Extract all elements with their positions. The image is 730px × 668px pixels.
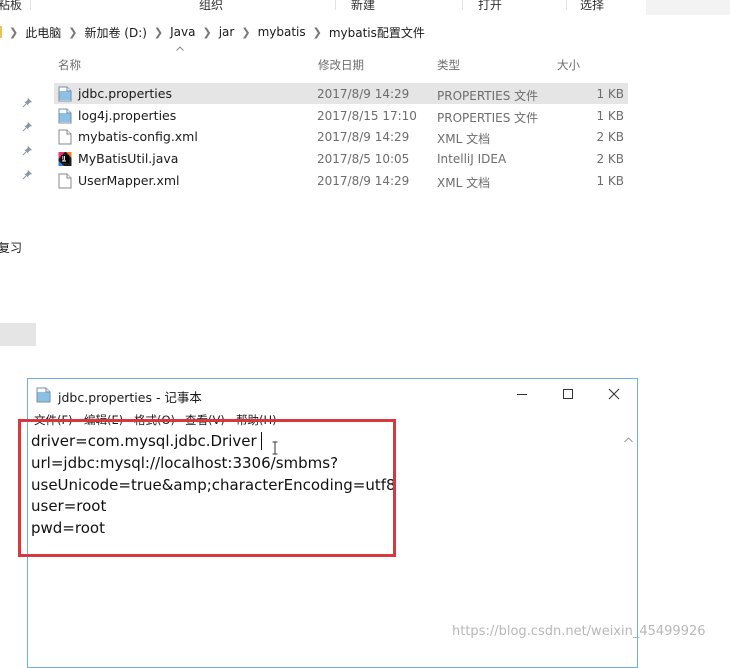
file-date: 2017/8/5 10:05 [317, 152, 410, 166]
breadcrumb-mybatis-config-folder[interactable]: mybatis配置文件 [329, 24, 425, 41]
pin-icon[interactable] [22, 169, 33, 180]
properties-file-icon [58, 108, 72, 124]
file-date: 2017/8/9 14:29 [317, 174, 410, 188]
file-row-usermapper-xml[interactable]: UserMapper.xml 2017/8/9 14:29 XML 文档 1 K… [54, 170, 628, 191]
column-header-date[interactable]: 修改日期 [318, 57, 364, 73]
chevron-right-icon: ❯ [9, 25, 19, 39]
scroll-up-icon[interactable] [624, 437, 633, 443]
column-header-type[interactable]: 类型 [437, 57, 460, 73]
xml-file-icon [58, 129, 72, 145]
ribbon-label-open[interactable]: 打开 [478, 0, 502, 13]
breadcrumb[interactable]: ❯ 此电脑 ❯ 新加卷 (D:) ❯ Java ❯ jar ❯ mybatis … [0, 24, 425, 40]
notepad-title: jdbc.properties - 记事本 [58, 390, 202, 405]
xml-file-icon [58, 173, 72, 189]
ribbon-search-area[interactable] [646, 0, 730, 15]
file-name: MyBatisUtil.java [78, 151, 179, 166]
chevron-right-icon: ❯ [68, 25, 78, 39]
notepad-icon [36, 387, 51, 403]
file-size: 1 KB [596, 174, 624, 188]
chevron-right-icon: ❯ [202, 25, 212, 39]
file-name: UserMapper.xml [78, 173, 180, 188]
column-header-size[interactable]: 大小 [557, 57, 580, 73]
ribbon-separator [30, 0, 31, 10]
file-type: IntelliJ IDEA [437, 152, 507, 166]
file-size: 2 KB [596, 152, 624, 166]
minimize-icon [517, 394, 527, 395]
ribbon-label-clipboard: 粘板 [0, 0, 23, 12]
breadcrumb-jar[interactable]: jar [219, 25, 235, 39]
file-row-mybatisutil-java[interactable]: IJ MyBatisUtil.java 2017/8/5 10:05 Intel… [54, 148, 628, 169]
close-button[interactable] [591, 379, 637, 409]
chevron-right-icon: ❯ [312, 25, 322, 39]
file-name: jdbc.properties [78, 86, 172, 101]
file-name: mybatis-config.xml [78, 129, 198, 144]
minimize-button[interactable] [499, 379, 545, 409]
file-row-mybatis-config-xml[interactable]: mybatis-config.xml 2017/8/9 14:29 XML 文档… [54, 126, 628, 147]
file-size: 2 KB [596, 130, 624, 144]
svg-text:IJ: IJ [62, 156, 66, 162]
file-date: 2017/8/9 14:29 [317, 130, 410, 144]
file-type: XML 文档 [437, 132, 491, 146]
column-header-name[interactable]: 名称 [58, 57, 81, 73]
pin-icon[interactable] [22, 145, 33, 156]
sort-up-icon [176, 46, 184, 51]
ribbon-separator [462, 0, 463, 10]
annotation-highlight-box [18, 419, 396, 557]
sidebar-selected-item[interactable] [0, 323, 36, 346]
pin-icon[interactable] [22, 97, 33, 108]
watermark-text: https://blog.csdn.net/weixin_45499926 [452, 624, 706, 639]
file-type: XML 文档 [437, 176, 491, 190]
ribbon-separator [566, 0, 567, 10]
breadcrumb-mybatis[interactable]: mybatis [258, 25, 306, 39]
ribbon-label-organize[interactable]: 组织 [199, 0, 223, 13]
intellij-file-icon: IJ [58, 152, 72, 166]
file-type: PROPERTIES 文件 [437, 89, 539, 103]
notepad-titlebar[interactable]: jdbc.properties - 记事本 [28, 379, 637, 410]
chevron-right-icon: ❯ [241, 25, 251, 39]
sidebar-item-review[interactable]: 复习 [0, 239, 22, 256]
maximize-icon [563, 389, 573, 399]
breadcrumb-java[interactable]: Java [170, 25, 195, 39]
breadcrumb-drive-d[interactable]: 新加卷 (D:) [84, 24, 146, 41]
ribbon-label-select[interactable]: 选择 [580, 0, 604, 13]
ribbon-separator [335, 0, 336, 10]
file-date: 2017/8/9 14:29 [317, 87, 410, 101]
file-size: 1 KB [596, 109, 624, 123]
file-row-log4j-properties[interactable]: log4j.properties 2017/8/15 17:10 PROPERT… [54, 105, 628, 126]
chevron-right-icon: ❯ [153, 25, 164, 39]
file-size: 1 KB [596, 87, 624, 101]
pin-icon[interactable] [22, 121, 33, 132]
file-name: log4j.properties [78, 108, 177, 123]
file-type: PROPERTIES 文件 [437, 111, 539, 125]
breadcrumb-leading-fragment [0, 26, 2, 38]
file-row-jdbc-properties[interactable]: jdbc.properties 2017/8/9 14:29 PROPERTIE… [54, 83, 628, 104]
file-date: 2017/8/15 17:10 [317, 109, 417, 123]
maximize-button[interactable] [545, 379, 591, 409]
ribbon-label-new[interactable]: 新建 [351, 0, 375, 13]
properties-file-icon [58, 86, 72, 102]
close-icon [608, 388, 620, 400]
breadcrumb-this-pc[interactable]: 此电脑 [25, 24, 61, 41]
